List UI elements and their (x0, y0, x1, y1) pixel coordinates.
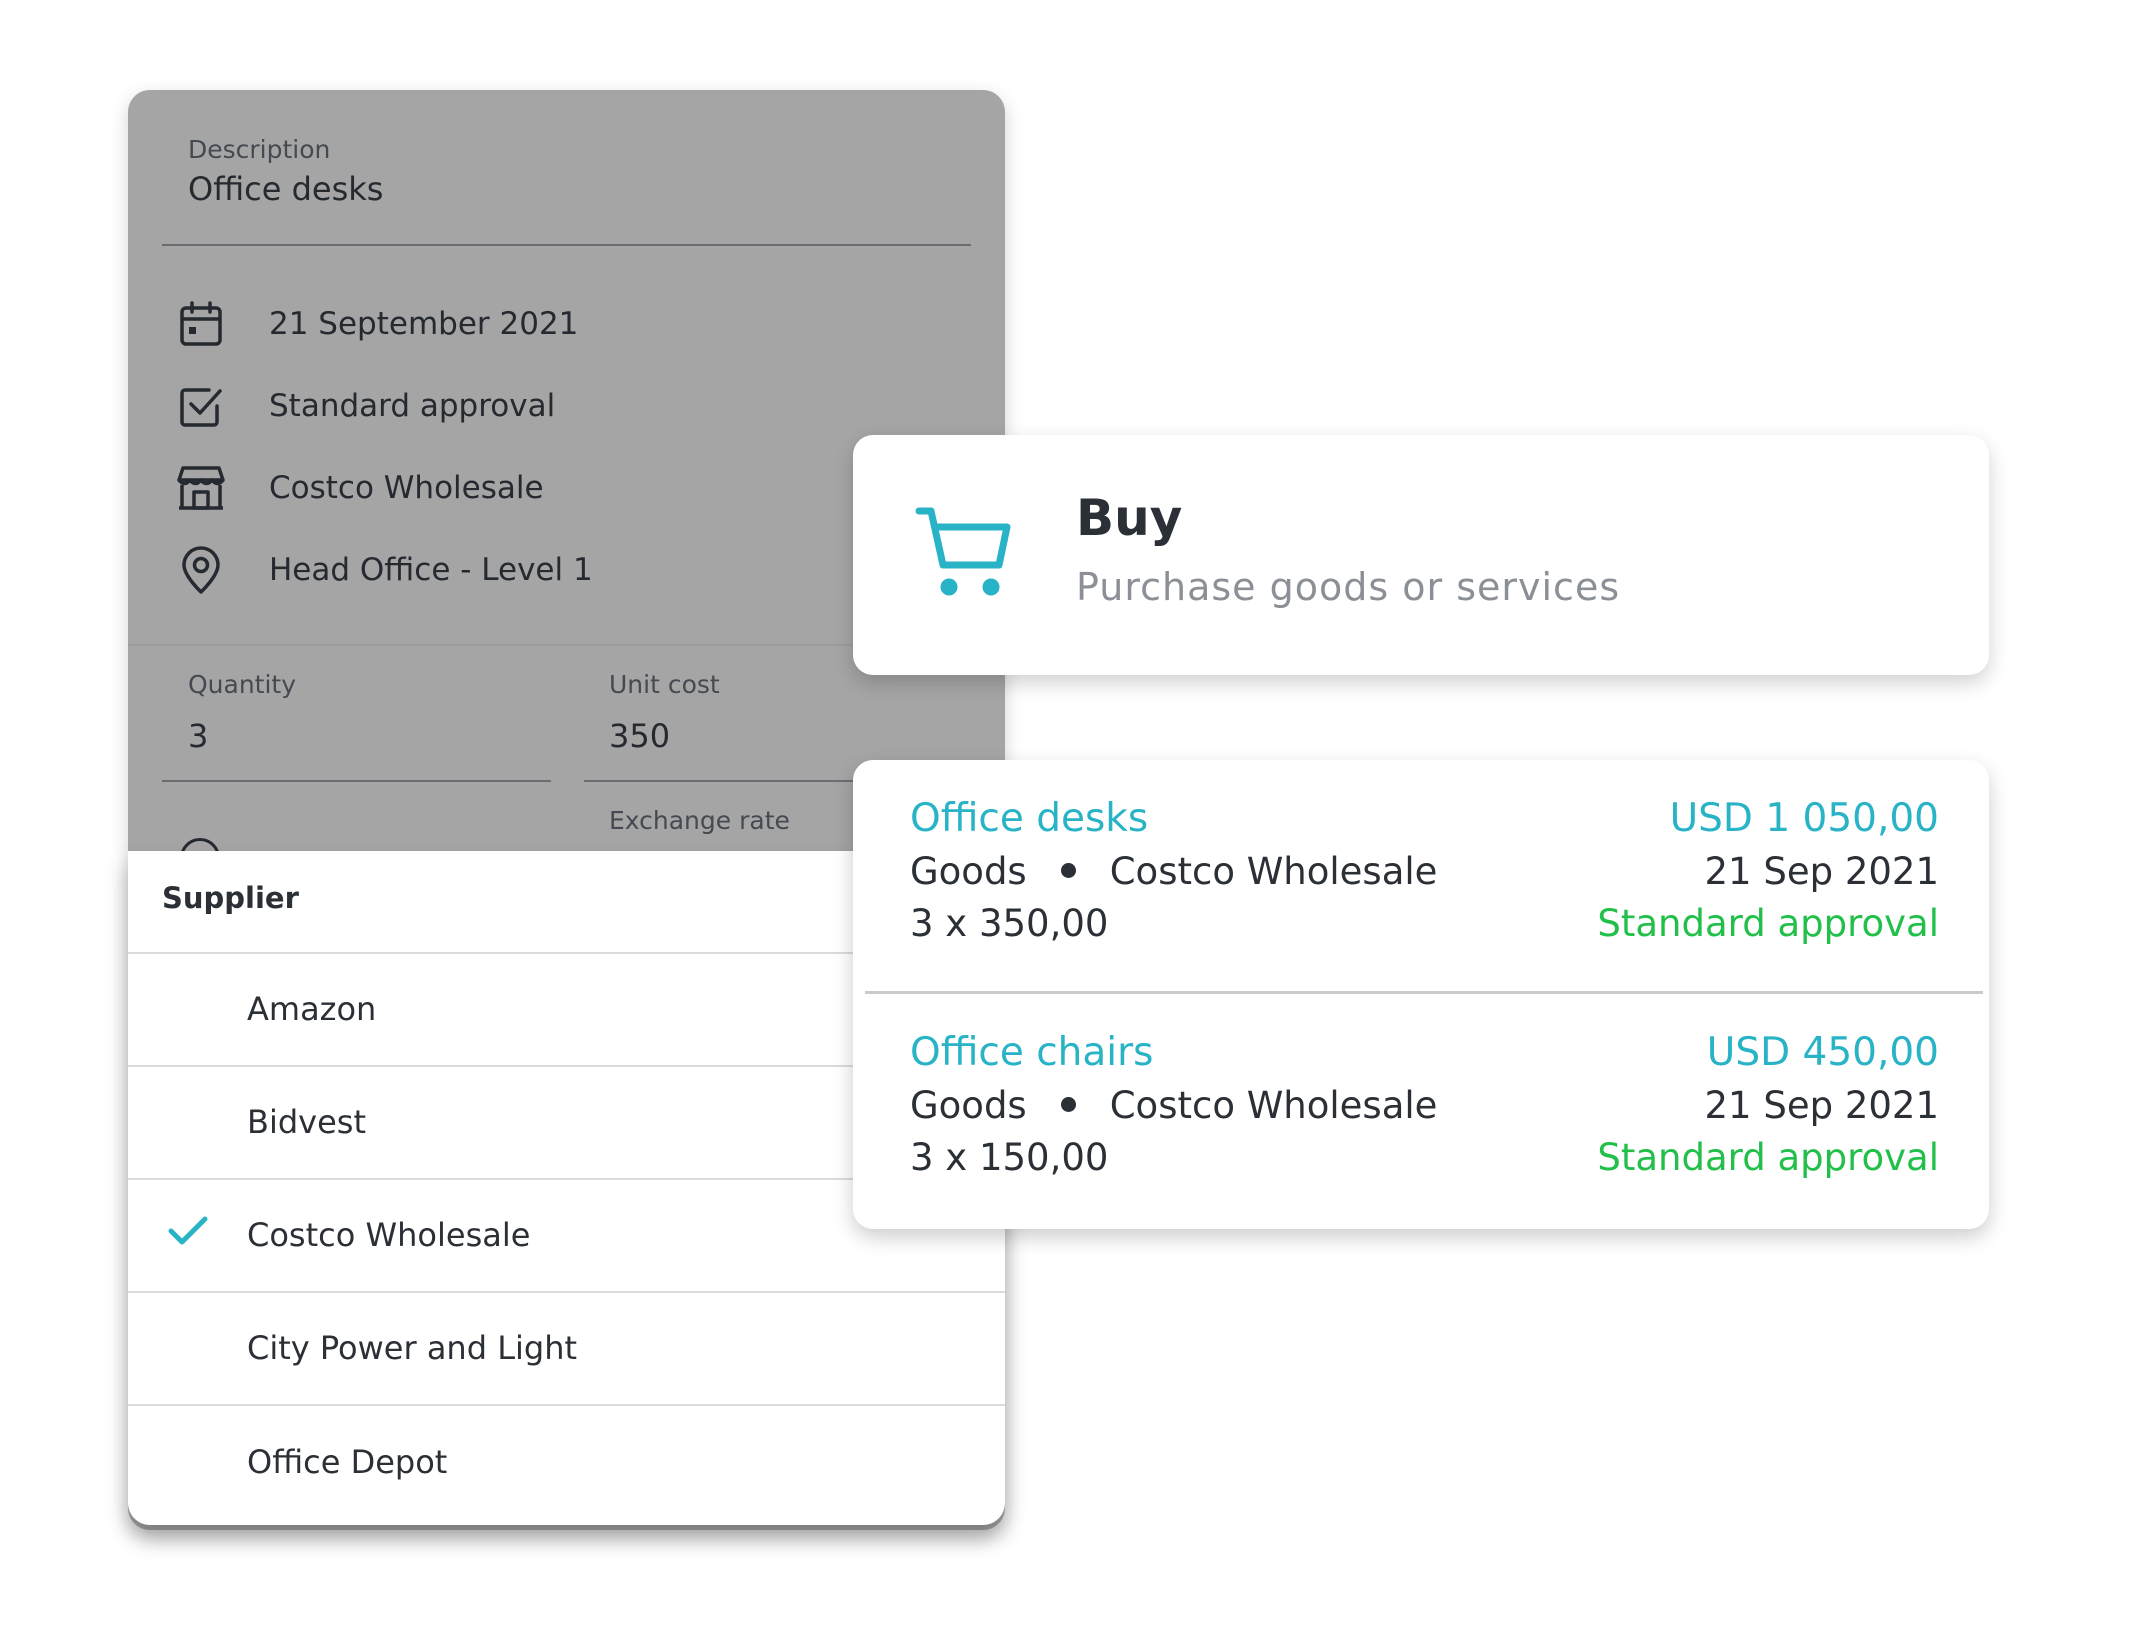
calendar-icon (177, 300, 225, 348)
supplier-dropdown-header: Supplier (162, 881, 299, 915)
order-type: Goods (910, 1084, 1027, 1127)
buy-card[interactable]: Buy Purchase goods or services (853, 435, 1989, 675)
supplier-option-label: Amazon (247, 990, 377, 1028)
order-date: 21 Sep 2021 (1704, 1084, 1939, 1127)
unit-cost-label: Unit cost (609, 670, 720, 699)
order-quantity-line: 3 x 150,00 (910, 1136, 1109, 1179)
store-icon (177, 464, 225, 512)
bullet-separator (1060, 1097, 1076, 1112)
supplier-option-label: Office Depot (247, 1443, 448, 1481)
order-supplier: Costco Wholesale (1109, 1084, 1438, 1127)
unit-cost-field[interactable]: 350 (609, 717, 670, 755)
shopping-cart-icon (915, 505, 1011, 601)
description-label: Description (188, 135, 331, 164)
order-type: Goods (910, 850, 1027, 893)
orders-list-card: Office desks Goods Costco Wholesale 3 x 3… (853, 760, 1989, 1229)
order-row[interactable]: Office chairs Goods Costco Wholesale 3 x … (853, 994, 1989, 1194)
order-quantity-line: 3 x 350,00 (910, 902, 1109, 945)
exchange-rate-label: Exchange rate (609, 806, 790, 835)
detail-location-text: Head Office - Level 1 (269, 552, 593, 588)
quantity-label: Quantity (188, 670, 297, 699)
checkmark-icon (168, 1215, 208, 1251)
order-row[interactable]: Office desks Goods Costco Wholesale 3 x 3… (853, 760, 1989, 960)
bullet-separator (1060, 863, 1076, 878)
detail-supplier[interactable]: Costco Wholesale (177, 458, 544, 518)
quantity-underline (162, 780, 551, 782)
detail-date[interactable]: 21 September 2021 (177, 294, 578, 354)
description-field[interactable]: Office desks (188, 170, 383, 208)
supplier-option-city-power-and-light[interactable]: City Power and Light (128, 1292, 1005, 1404)
order-amount: USD 1 050,00 (1669, 796, 1939, 841)
location-pin-icon (177, 546, 225, 594)
supplier-option-label: Costco Wholesale (247, 1216, 531, 1254)
quantity-field[interactable]: 3 (188, 717, 208, 755)
detail-location[interactable]: Head Office - Level 1 (177, 540, 593, 600)
supplier-option-label: City Power and Light (247, 1329, 578, 1367)
order-status: Standard approval (1597, 902, 1939, 945)
order-meta: Goods Costco Wholesale (910, 850, 1437, 893)
order-name: Office chairs (910, 1030, 1154, 1075)
supplier-option-office-depot[interactable]: Office Depot (128, 1406, 1005, 1518)
supplier-option-label: Bidvest (247, 1103, 366, 1141)
buy-subtitle: Purchase goods or services (1076, 565, 1621, 609)
description-underline (162, 244, 971, 246)
detail-supplier-text: Costco Wholesale (269, 470, 544, 506)
detail-approval[interactable]: Standard approval (177, 376, 555, 436)
detail-approval-text: Standard approval (269, 388, 556, 424)
detail-date-text: 21 September 2021 (269, 306, 579, 342)
buy-title: Buy (1076, 489, 1183, 547)
order-status: Standard approval (1597, 1136, 1939, 1179)
order-date: 21 Sep 2021 (1704, 850, 1939, 893)
order-supplier: Costco Wholesale (1109, 850, 1438, 893)
order-meta: Goods Costco Wholesale (910, 1084, 1437, 1127)
order-name: Office desks (910, 796, 1149, 841)
order-amount: USD 450,00 (1706, 1030, 1939, 1075)
checkbox-icon (177, 382, 225, 430)
